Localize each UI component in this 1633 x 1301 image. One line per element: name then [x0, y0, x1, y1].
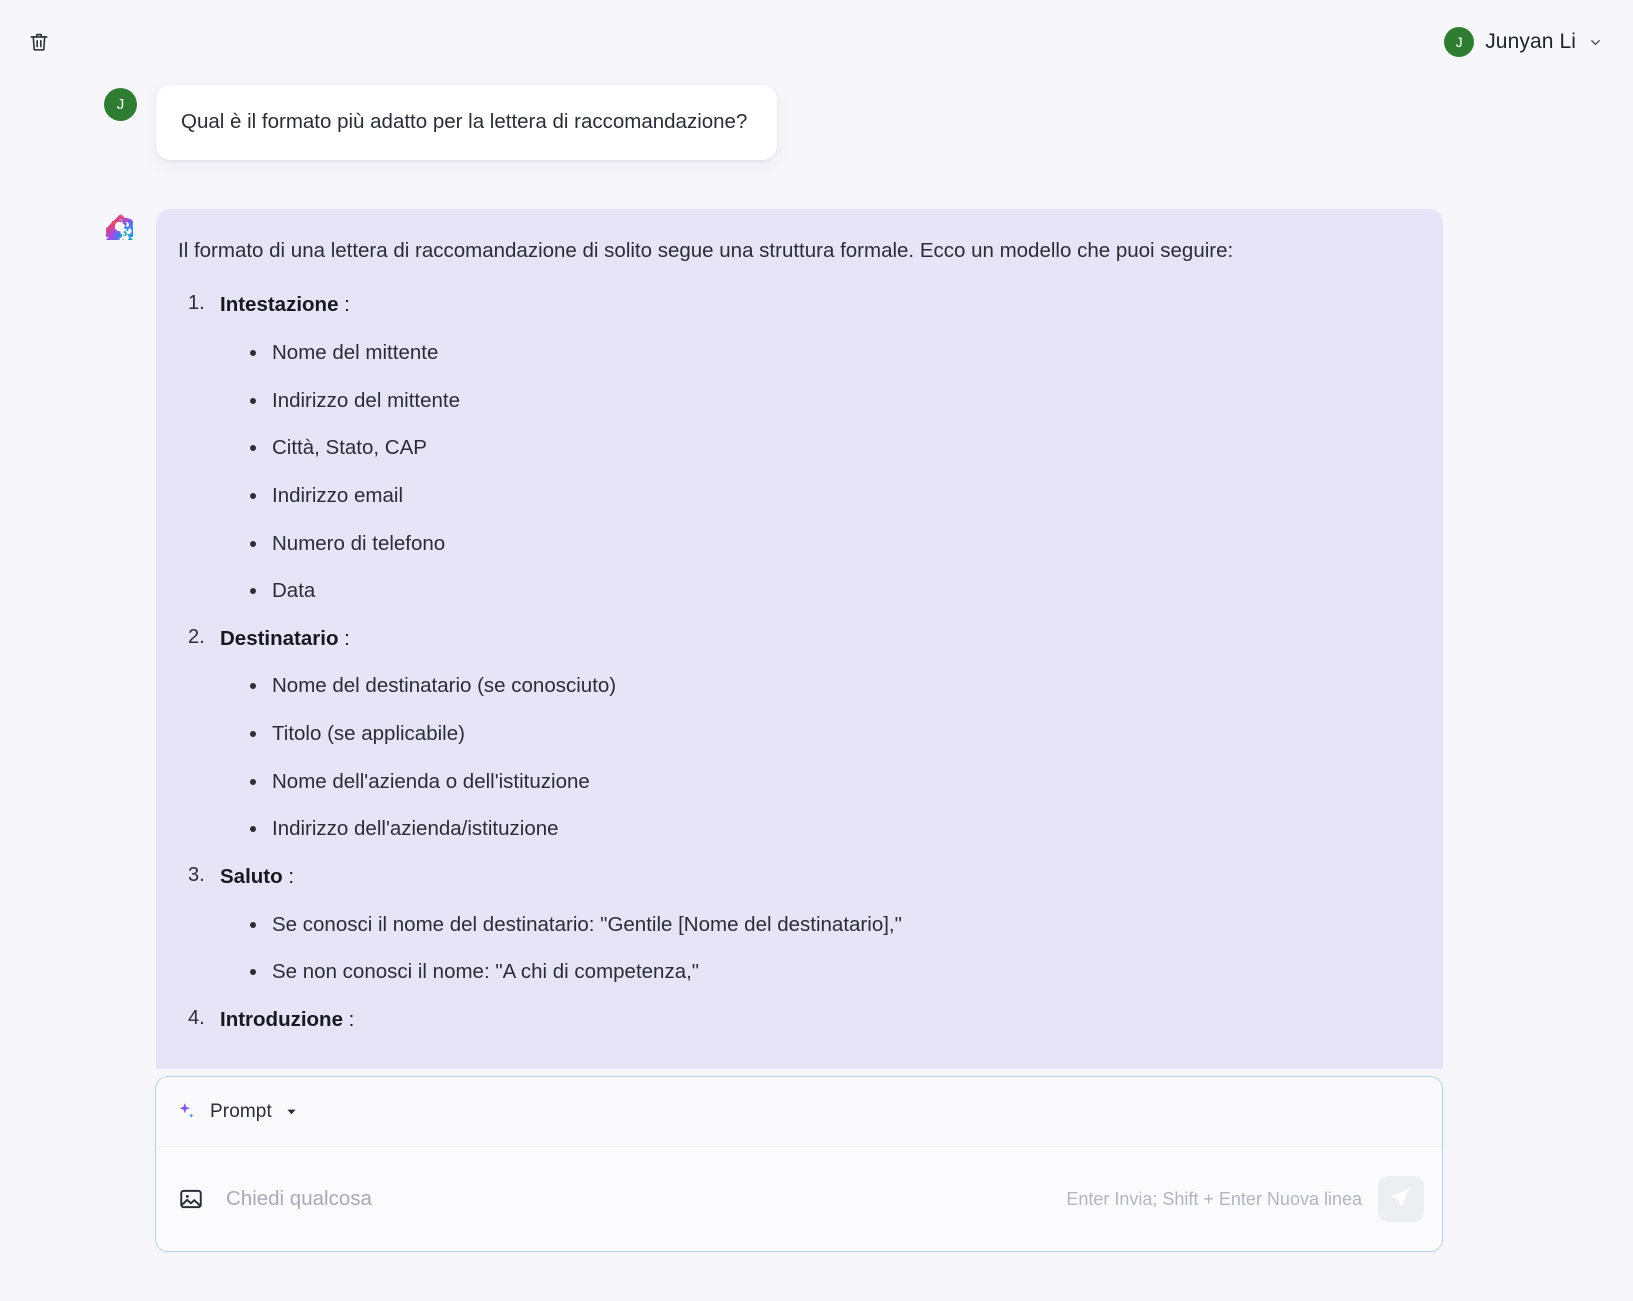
section-item: Introduzione :: [178, 1007, 1409, 1034]
list-item: Data: [250, 578, 1409, 605]
composer[interactable]: Prompt Enter Invia; Shift + Enter Nuova …: [155, 1076, 1443, 1252]
image-icon[interactable]: [176, 1184, 206, 1214]
section-bullets: Nome del destinatario (se conosciuto) Ti…: [220, 673, 1409, 843]
user-message-avatar: J: [104, 88, 137, 121]
search-input[interactable]: [226, 1187, 1067, 1211]
sparkle-icon: [174, 1099, 200, 1125]
composer-mode-bar[interactable]: Prompt: [156, 1077, 1442, 1147]
avatar: J: [1444, 27, 1475, 57]
section-title: Destinatario :: [220, 626, 350, 650]
user-message-row: J Qual è il formato più adatto per la le…: [0, 66, 1633, 160]
section-title: Intestazione :: [220, 293, 350, 317]
list-item: Indirizzo del mittente: [250, 388, 1409, 415]
list-item: Titolo (se applicabile): [250, 721, 1409, 748]
sections-list: Intestazione : Nome del mittente Indiriz…: [178, 292, 1409, 1033]
user-menu-button[interactable]: J Junyan Li: [1438, 23, 1609, 61]
composer-hint-label: Enter Invia; Shift + Enter Nuova linea: [1066, 1188, 1362, 1209]
section-item: Destinatario : Nome del destinatario (se…: [178, 626, 1409, 843]
assistant-intro-paragraph: Il formato di una lettera di raccomandaz…: [178, 238, 1234, 262]
send-button[interactable]: [1378, 1176, 1424, 1222]
list-item: Indirizzo dell'azienda/istituzione: [250, 816, 1409, 843]
list-item: Nome del mittente: [250, 340, 1409, 367]
composer-mode-label: Prompt: [210, 1100, 272, 1122]
section-bullets: Nome del mittente Indirizzo del mittente…: [220, 340, 1409, 605]
section-title: Saluto :: [220, 865, 295, 889]
list-item: Nome del destinatario (se conosciuto): [250, 673, 1409, 700]
list-item: Indirizzo email: [250, 483, 1409, 510]
send-icon: [1390, 1186, 1412, 1213]
list-item: Città, Stato, CAP: [250, 435, 1409, 462]
message-list[interactable]: J Qual è il formato più adatto per la le…: [0, 66, 1633, 1082]
list-item: Se conosci il nome del destinatario: "Ge…: [250, 912, 1409, 939]
trash-icon: [28, 31, 50, 53]
assistant-avatar: [101, 213, 137, 250]
section-item: Saluto : Se conosci il nome del destinat…: [178, 864, 1409, 986]
assistant-message-row: Il formato di una lettera di raccomandaz…: [0, 160, 1633, 1069]
list-item: Se non conosci il nome: "A chi di compet…: [250, 959, 1409, 986]
chevron-down-icon[interactable]: [1587, 34, 1603, 50]
assistant-message-bubble: Il formato di una lettera di raccomandaz…: [156, 208, 1443, 1069]
composer-input-bar[interactable]: Enter Invia; Shift + Enter Nuova linea: [156, 1147, 1442, 1251]
section-bullets: Se conosci il nome del destinatario: "Ge…: [220, 912, 1409, 986]
user-name-label: Junyan Li: [1485, 30, 1576, 53]
caret-down-icon[interactable]: [285, 1105, 299, 1119]
section-item: Intestazione : Nome del mittente Indiriz…: [178, 292, 1409, 604]
sparkle-flower-icon: [101, 213, 137, 250]
user-message-bubble: Qual è il formato più adatto per la lett…: [156, 85, 778, 160]
chat-app: J Junyan Li J Qual è il formato più adat…: [0, 0, 1633, 1301]
section-title: Introduzione :: [220, 1007, 355, 1031]
delete-conversation-button[interactable]: [22, 25, 56, 59]
list-item: Numero di telefono: [250, 531, 1409, 558]
list-item: Nome dell'azienda o dell'istituzione: [250, 769, 1409, 796]
